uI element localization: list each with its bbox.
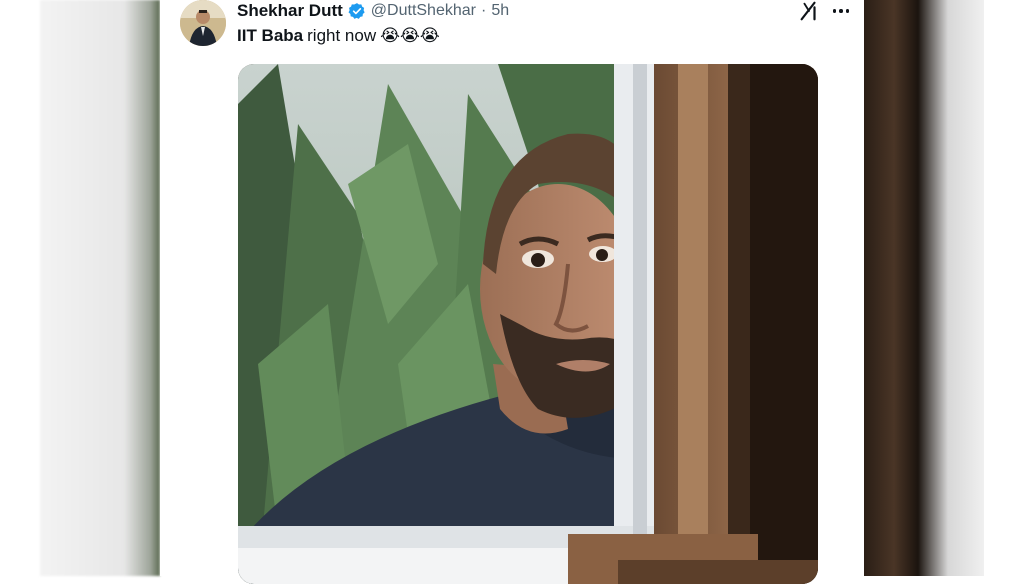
blurred-background-left (40, 0, 160, 576)
tweet-media-image[interactable] (238, 64, 818, 584)
post-time[interactable]: 5h (491, 2, 509, 20)
avatar-image (180, 0, 226, 46)
author-handle[interactable]: @DuttShekhar (371, 2, 476, 20)
avatar[interactable] (180, 0, 226, 46)
verified-badge-icon (348, 3, 365, 19)
tweet-text-rest: right now (307, 26, 377, 45)
crying-emoji-icon: 😭😭😭 (380, 26, 440, 45)
tweet-text: IIT Baba right now 😭😭😭 (237, 26, 440, 46)
man-at-window-photo (238, 64, 818, 584)
blurred-background-right (864, 0, 984, 576)
tweet-header: Shekhar Dutt @DuttShekhar · 5h (237, 0, 509, 22)
author-name[interactable]: Shekhar Dutt (237, 1, 343, 21)
tweet-text-bold: IIT Baba (237, 26, 304, 45)
tweet-card[interactable]: Shekhar Dutt @DuttShekhar · 5h IIT Baba … (160, 0, 864, 584)
separator-dot: · (480, 2, 487, 19)
more-options-icon[interactable] (830, 0, 852, 22)
grok-logo-icon[interactable] (798, 0, 820, 22)
